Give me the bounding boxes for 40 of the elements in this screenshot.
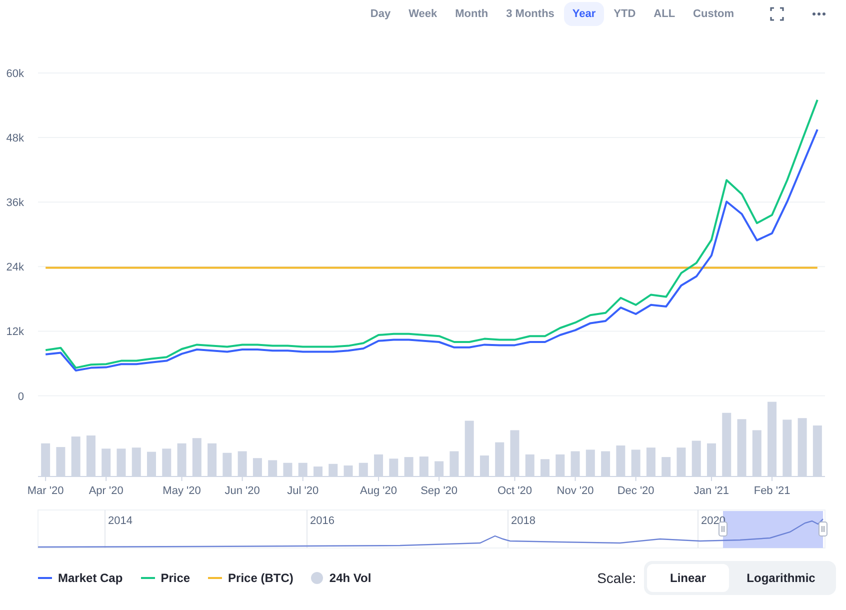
y-axis-label: 48k [6, 132, 24, 145]
range-tab[interactable]: Custom [685, 2, 742, 26]
fullscreen-icon[interactable] [770, 7, 784, 21]
legend-label[interactable]: 24h Vol [329, 569, 372, 587]
range-tab[interactable]: Month [447, 2, 496, 26]
x-axis-label: Nov '20 [556, 485, 594, 497]
x-axis-label: Dec '20 [617, 485, 654, 497]
scale-option[interactable]: Logarithmic [729, 564, 833, 592]
range-tab[interactable]: ALL [646, 2, 684, 26]
navigator-year-label: 2018 [511, 515, 536, 527]
range-tab[interactable]: Year [564, 2, 604, 26]
x-axis-label: Aug '20 [360, 485, 398, 497]
y-axis-label: 36k [6, 197, 24, 210]
legend-label[interactable]: Market Cap [58, 569, 123, 587]
range-tab[interactable]: Week [400, 2, 446, 26]
x-axis-label: Jun '20 [224, 485, 260, 497]
scale-label: Scale: [597, 568, 636, 588]
y-axis-label: 60k [6, 68, 24, 80]
x-axis-label: Mar '20 [27, 485, 64, 497]
navigator-year-label: 2014 [108, 515, 132, 527]
range-tab[interactable]: Day [362, 2, 399, 26]
y-axis-label: 24k [6, 262, 24, 274]
x-axis-label: Sep '20 [420, 485, 458, 497]
range-handle[interactable] [818, 522, 828, 536]
x-axis-label: Jan '21 [694, 485, 730, 497]
legend-label[interactable]: Price (BTC) [228, 569, 294, 587]
more-icon[interactable] [812, 12, 826, 16]
navigator-year-label: 2016 [310, 515, 334, 527]
range-selection[interactable] [723, 511, 823, 548]
x-axis-label: Apr '20 [88, 485, 124, 497]
y-axis-label: 0 [18, 390, 24, 403]
x-axis-label: Feb '21 [754, 485, 790, 497]
x-axis-label: Jul '20 [287, 485, 319, 497]
scale-option[interactable]: Linear [647, 564, 729, 592]
range-tab[interactable]: 3 Months [498, 2, 562, 26]
range-tab[interactable]: YTD [606, 2, 644, 26]
x-axis-label: May '20 [162, 485, 201, 497]
x-axis-label: Oct '20 [497, 485, 532, 497]
y-axis-label: 12k [6, 326, 24, 338]
legend-label[interactable]: Price [160, 569, 190, 587]
